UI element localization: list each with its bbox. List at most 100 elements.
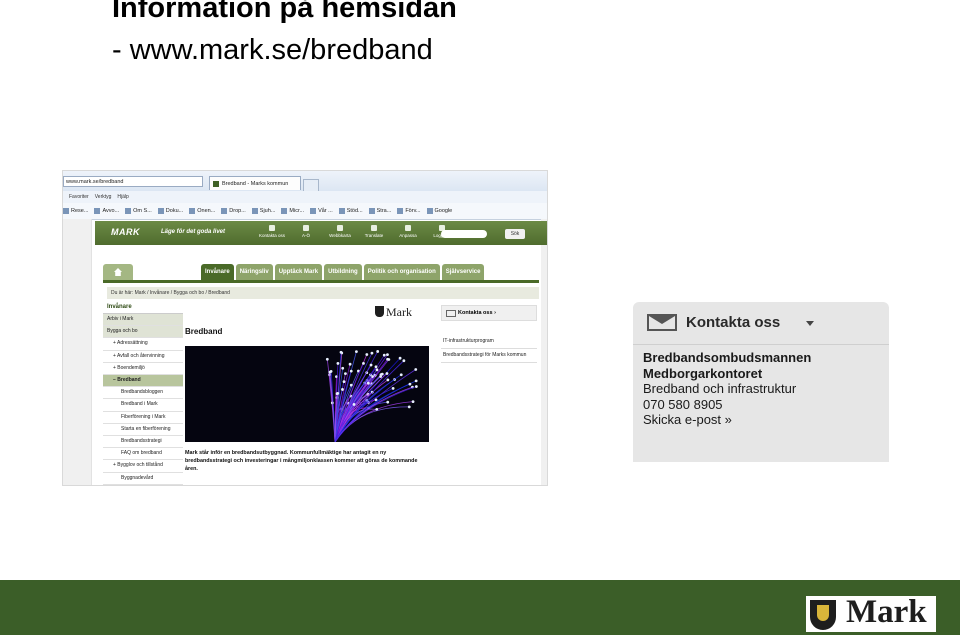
leftnav-item[interactable]: + Avfall och återvinning bbox=[103, 351, 183, 363]
site-search-button[interactable]: Sök bbox=[505, 229, 525, 239]
favorite-link[interactable]: Avvo... bbox=[94, 203, 119, 219]
browser-menubar: Favoriter Verktyg Hjälp bbox=[63, 191, 547, 203]
favorite-label: Doku... bbox=[165, 208, 184, 214]
nav-tab[interactable]: Invånare bbox=[201, 264, 234, 280]
header-tool-icon bbox=[269, 225, 275, 231]
leftnav-item[interactable]: Bredband i Mark bbox=[103, 399, 183, 412]
address-bar[interactable]: www.mark.se/bredband bbox=[63, 176, 203, 187]
favorite-icon bbox=[338, 207, 345, 214]
leftnav-item[interactable]: Arbiv i Mark bbox=[103, 314, 183, 327]
nav-tab[interactable]: Upptäck Mark bbox=[274, 264, 323, 280]
favorite-link[interactable]: Drop... bbox=[221, 203, 246, 219]
favorite-label: Stra... bbox=[376, 208, 392, 214]
nav-tab[interactable]: Utbildning bbox=[324, 264, 362, 280]
header-tool-0[interactable]: Kontakta oss bbox=[255, 225, 289, 238]
header-tool-3[interactable]: Translate bbox=[357, 225, 391, 238]
header-tool-icon bbox=[405, 225, 411, 231]
favorite-link[interactable]: Förv... bbox=[397, 203, 421, 219]
leftnav-heading[interactable]: Invånare bbox=[103, 301, 183, 314]
leftnav-item[interactable]: Bredbandsstrategi bbox=[103, 436, 183, 449]
leftnav-item[interactable]: Fiberförening i Mark bbox=[103, 412, 183, 424]
favorite-label: Google bbox=[434, 208, 453, 214]
favorite-icon bbox=[426, 207, 433, 214]
site-search-input[interactable] bbox=[441, 230, 487, 238]
leftnav-item[interactable]: + Boendemiljö bbox=[103, 363, 183, 376]
favorite-label: Förv... bbox=[405, 208, 421, 214]
header-tool-1[interactable]: A-Ö bbox=[289, 225, 323, 238]
favorite-link[interactable]: Onen... bbox=[189, 203, 215, 219]
fiber-tip bbox=[399, 373, 403, 377]
contact-panel-header[interactable]: Kontakta oss bbox=[633, 302, 889, 344]
sidebar-link[interactable]: Bredbandsstrategi för Marks kommun bbox=[441, 349, 537, 363]
footer-logo: Mark bbox=[806, 594, 936, 632]
site-slogan: Läge för det goda livet bbox=[161, 229, 226, 235]
mark-logo-text: Mark bbox=[386, 305, 412, 319]
right-sidebar: Kontakta oss › IT-infrastrukturprogram Br… bbox=[441, 305, 537, 363]
favorite-label: Onen... bbox=[197, 208, 216, 214]
chevron-down-icon bbox=[806, 321, 814, 326]
header-tool-2[interactable]: Webbkarta bbox=[323, 225, 357, 238]
leftnav-item[interactable]: Bredbandsbloggen bbox=[103, 387, 183, 400]
fiber-tip bbox=[386, 357, 389, 361]
favorite-icon bbox=[251, 207, 258, 214]
leftnav-item[interactable]: + Bygglov och tillstånd bbox=[103, 460, 183, 473]
leftnav-item[interactable]: Eldning bbox=[103, 485, 183, 486]
leftnav-item[interactable]: − Bredband bbox=[103, 375, 183, 388]
header-tool-label: Translate bbox=[364, 233, 384, 238]
browser-menu-item[interactable]: Hjälp bbox=[117, 191, 128, 203]
favorite-link[interactable]: Stöd... bbox=[338, 203, 363, 219]
nav-tab[interactable]: Politik och organisation bbox=[363, 264, 440, 280]
favorite-link[interactable]: Om S... bbox=[125, 203, 152, 219]
mark-favicon-icon bbox=[213, 181, 219, 187]
fiber-tip bbox=[369, 363, 373, 367]
favorite-link[interactable]: Vår ... bbox=[310, 203, 333, 219]
leftnav-item[interactable]: FAQ om bredband bbox=[103, 448, 183, 461]
nav-tab[interactable]: Näringsliv bbox=[235, 264, 273, 280]
favorite-link[interactable]: Micr... bbox=[281, 203, 304, 219]
fiber-tip bbox=[385, 372, 389, 375]
fiber-tip bbox=[366, 381, 370, 385]
page-gutter-left bbox=[63, 219, 92, 485]
favorite-link[interactable]: Rese... bbox=[63, 203, 88, 219]
fiber-tip bbox=[349, 369, 353, 373]
favorite-icon bbox=[397, 207, 404, 214]
sidebar-link[interactable]: IT-infrastrukturprogram bbox=[441, 335, 537, 349]
fiber-tip bbox=[408, 382, 412, 386]
fiber-tip bbox=[325, 357, 329, 361]
favorite-link[interactable]: Sjuh... bbox=[251, 203, 275, 219]
sidebar-contact-link[interactable]: Kontakta oss › bbox=[441, 305, 537, 321]
leftnav-item[interactable]: Starta en fiberförening bbox=[103, 424, 183, 437]
home-icon[interactable] bbox=[103, 264, 133, 280]
nav-tab[interactable]: Självservice bbox=[441, 264, 485, 280]
fiber-tip bbox=[414, 379, 418, 383]
header-tool-4[interactable]: Anpassa bbox=[391, 225, 425, 238]
fiber-tip bbox=[382, 353, 386, 357]
contact-line[interactable]: Skicka e-post » bbox=[643, 412, 811, 428]
header-tool-icon bbox=[371, 225, 377, 231]
fiber-tip bbox=[414, 368, 418, 371]
header-tool-label: Anpassa bbox=[399, 233, 417, 238]
leftnav-item[interactable]: + Adressättning bbox=[103, 338, 183, 351]
favorite-link[interactable]: Stra... bbox=[368, 203, 392, 219]
favorite-icon bbox=[368, 207, 375, 214]
contact-panel: Kontakta oss Bredbandsombudsmannen Medbor… bbox=[633, 302, 889, 462]
contact-line[interactable]: 070 580 8905 bbox=[643, 397, 811, 413]
page-heading: Bredband bbox=[185, 327, 223, 336]
browser-menu-item[interactable]: Favoriter bbox=[69, 191, 89, 203]
mark-coat-of-arms-icon bbox=[810, 600, 836, 630]
favorite-label: Om S... bbox=[133, 208, 152, 214]
favorite-icon bbox=[94, 207, 101, 214]
header-tool-icon bbox=[337, 225, 343, 231]
nav-rule bbox=[103, 280, 539, 283]
favorite-link[interactable]: Doku... bbox=[157, 203, 184, 219]
mark-shield-icon bbox=[375, 306, 384, 317]
favorite-link[interactable]: Google bbox=[426, 203, 453, 219]
fiber-tip bbox=[376, 350, 380, 353]
fiber-tip bbox=[344, 372, 347, 376]
site-logo[interactable]: MARK bbox=[111, 227, 140, 237]
browser-menu-item[interactable]: Verktyg bbox=[95, 191, 112, 203]
leftnav-item[interactable]: Bygga och bo bbox=[103, 326, 183, 339]
leftnav-item[interactable]: Byggnadevård bbox=[103, 473, 183, 485]
browser-tab[interactable]: Bredband - Marks kommun bbox=[209, 176, 301, 190]
breadcrumb: Du är här: Mark / Invånare / Bygga och b… bbox=[107, 287, 539, 299]
